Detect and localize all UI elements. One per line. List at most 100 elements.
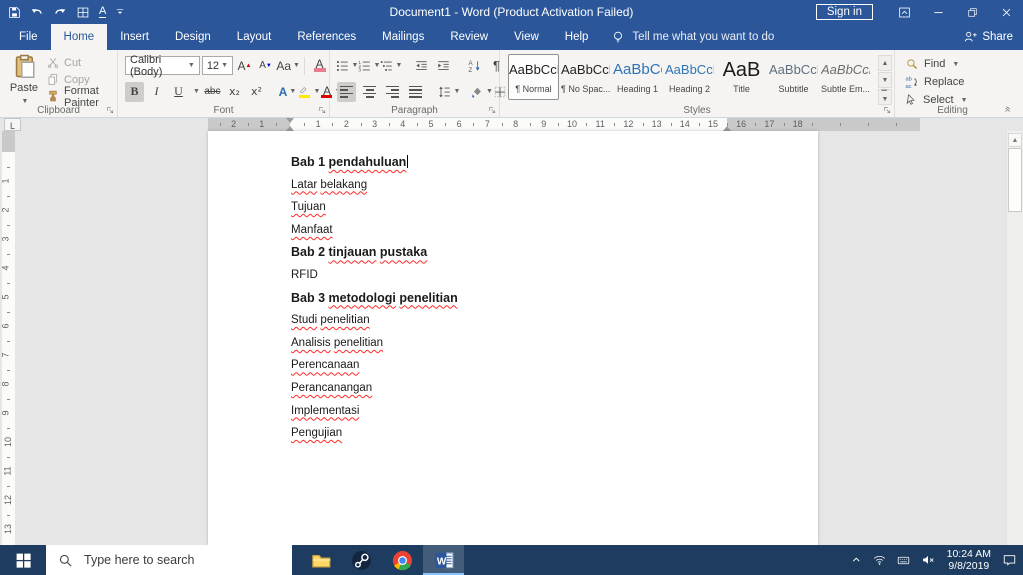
- tab-review[interactable]: Review: [437, 24, 501, 50]
- taskbar-app-chrome[interactable]: [382, 545, 423, 575]
- undo-icon[interactable]: [30, 6, 44, 19]
- ribbon-display-options-button[interactable]: [887, 0, 921, 24]
- tab-design[interactable]: Design: [162, 24, 224, 50]
- cut-button[interactable]: Cut: [46, 54, 117, 71]
- tab-selector[interactable]: L: [4, 118, 21, 131]
- strikethrough-button[interactable]: abc: [203, 82, 222, 102]
- taskbar-app-file-explorer[interactable]: [300, 545, 341, 575]
- styles-dialog-launcher[interactable]: [883, 106, 892, 115]
- shading-button[interactable]: ▼: [472, 82, 493, 102]
- hanging-indent-marker[interactable]: [286, 122, 294, 131]
- shrink-font-button[interactable]: A ▼: [256, 56, 275, 76]
- change-case-button[interactable]: Aa ▼: [276, 56, 300, 76]
- paragraph[interactable]: Perancanangan: [291, 381, 818, 404]
- collapse-ribbon-button[interactable]: [1003, 104, 1015, 115]
- italic-button[interactable]: I: [147, 82, 166, 102]
- taskbar-app-word[interactable]: W: [423, 545, 464, 575]
- paragraph[interactable]: Pengujian: [291, 426, 818, 449]
- sign-in-button[interactable]: Sign in: [815, 4, 873, 20]
- paragraph[interactable]: Analisis penelitian: [291, 336, 818, 359]
- font-family-combo[interactable]: Calibri (Body) ▼: [125, 54, 200, 78]
- numbering-button[interactable]: 1 2 3 ▼: [358, 56, 381, 76]
- wifi-icon[interactable]: [872, 554, 887, 567]
- bold-button[interactable]: B: [125, 81, 144, 102]
- increase-indent-button[interactable]: [434, 56, 453, 76]
- align-left-button[interactable]: [337, 81, 356, 102]
- paragraph[interactable]: Bab 2 tinjauan pustaka: [291, 245, 818, 268]
- style-heading-2[interactable]: AaBbCcD Heading 2: [664, 54, 715, 100]
- tell-me-box[interactable]: Tell me what you want to do: [601, 24, 774, 50]
- scrollbar-thumb[interactable]: [1008, 148, 1022, 212]
- clipboard-dialog-launcher[interactable]: [106, 106, 115, 115]
- share-button[interactable]: Share: [963, 24, 1013, 50]
- style--no-spac-[interactable]: AaBbCcDc ¶ No Spac...: [560, 54, 611, 100]
- paragraph[interactable]: Manfaat: [291, 223, 818, 246]
- subscript-button[interactable]: x₂: [225, 82, 244, 102]
- multilevel-list-button[interactable]: ▼: [380, 56, 402, 76]
- highlight-color-button[interactable]: ▼: [299, 82, 320, 102]
- underline-button[interactable]: U: [169, 82, 188, 102]
- justify-button[interactable]: [406, 82, 425, 102]
- find-button[interactable]: Find ▼: [895, 55, 1010, 73]
- start-button[interactable]: [0, 545, 46, 575]
- close-button[interactable]: [989, 0, 1023, 24]
- styles-scroll-down-button[interactable]: ▼: [878, 72, 892, 88]
- styles-scroll-up-button[interactable]: ▲: [878, 55, 892, 71]
- paragraph[interactable]: Bab 1 pendahuluan: [291, 155, 818, 178]
- format-painter-button[interactable]: Format Painter: [46, 85, 117, 109]
- touch-keyboard-icon[interactable]: [896, 554, 911, 567]
- align-right-button[interactable]: [383, 82, 402, 102]
- search-input[interactable]: [82, 552, 266, 568]
- paragraph-dialog-launcher[interactable]: [488, 106, 497, 115]
- chevron-up-icon[interactable]: [851, 554, 863, 566]
- bullets-button[interactable]: ▼: [336, 56, 358, 76]
- paste-dropdown-arrow[interactable]: ▼: [22, 98, 29, 105]
- taskbar-app-steam[interactable]: [341, 545, 382, 575]
- restore-button[interactable]: [955, 0, 989, 24]
- horizontal-ruler[interactable]: 1 2 1 2 3 4 5 6 7 8 9 10 11 12 13 14 15 16 17 18: [208, 118, 920, 131]
- tab-file[interactable]: File: [6, 24, 51, 50]
- save-icon[interactable]: [8, 6, 21, 19]
- style-heading-1[interactable]: AaBbCc Heading 1: [612, 54, 663, 100]
- tab-insert[interactable]: Insert: [107, 24, 162, 50]
- vertical-scrollbar[interactable]: ▲: [1006, 131, 1023, 545]
- paragraph[interactable]: Studi penelitian: [291, 313, 818, 336]
- grow-font-button[interactable]: A ▲: [235, 56, 254, 76]
- tab-help[interactable]: Help: [552, 24, 602, 50]
- align-center-button[interactable]: [360, 82, 379, 102]
- paragraph[interactable]: RFID: [291, 268, 818, 291]
- document-page[interactable]: Bab 1 pendahuluan Latar belakang Tujuan Man…: [208, 131, 818, 545]
- draw-table-icon[interactable]: [76, 6, 90, 19]
- font-dialog-launcher[interactable]: [318, 106, 327, 115]
- paragraph[interactable]: Bab 3 metodologi penelitian: [291, 291, 818, 314]
- taskbar-clock[interactable]: 10:24 AM 9/8/2019: [947, 548, 991, 572]
- minimize-button[interactable]: [921, 0, 955, 24]
- paragraph[interactable]: Latar belakang: [291, 178, 818, 201]
- tab-view[interactable]: View: [501, 24, 552, 50]
- paragraph[interactable]: Perencanaan: [291, 358, 818, 381]
- font-size-combo[interactable]: 12 ▼: [201, 56, 233, 75]
- scroll-up-button[interactable]: ▲: [1008, 133, 1022, 147]
- paste-button[interactable]: Paste ▼: [4, 53, 44, 113]
- underline-qat-icon[interactable]: A: [99, 6, 107, 18]
- style-title[interactable]: AaB Title: [716, 54, 767, 100]
- text-effects-button[interactable]: A ▼: [278, 82, 297, 102]
- action-center-icon[interactable]: [1002, 553, 1017, 567]
- styles-gallery-more-button[interactable]: ▔ ▼: [878, 89, 892, 105]
- line-spacing-button[interactable]: ▼: [438, 82, 460, 102]
- superscript-button[interactable]: x²: [247, 82, 266, 102]
- underline-dropdown-arrow[interactable]: ▼: [193, 88, 200, 95]
- qat-customize-icon[interactable]: [115, 7, 125, 17]
- style-subtle-em-[interactable]: AaBbCcDi Subtle Em...: [820, 54, 871, 100]
- tab-layout[interactable]: Layout: [224, 24, 285, 50]
- style--normal[interactable]: AaBbCcDc ¶ Normal: [508, 54, 559, 100]
- tab-mailings[interactable]: Mailings: [369, 24, 437, 50]
- tab-references[interactable]: References: [284, 24, 369, 50]
- style-subtitle[interactable]: AaBbCcD Subtitle: [768, 54, 819, 100]
- paragraph[interactable]: Tujuan: [291, 200, 818, 223]
- redo-icon[interactable]: [53, 6, 67, 19]
- replace-button[interactable]: ab ac Replace: [895, 73, 1010, 91]
- clear-formatting-button[interactable]: A: [310, 56, 329, 76]
- vertical-ruler[interactable]: 1 2 3 4 5 6 7 8 9 10 11 12 13: [1, 131, 15, 545]
- volume-muted-icon[interactable]: [920, 554, 936, 567]
